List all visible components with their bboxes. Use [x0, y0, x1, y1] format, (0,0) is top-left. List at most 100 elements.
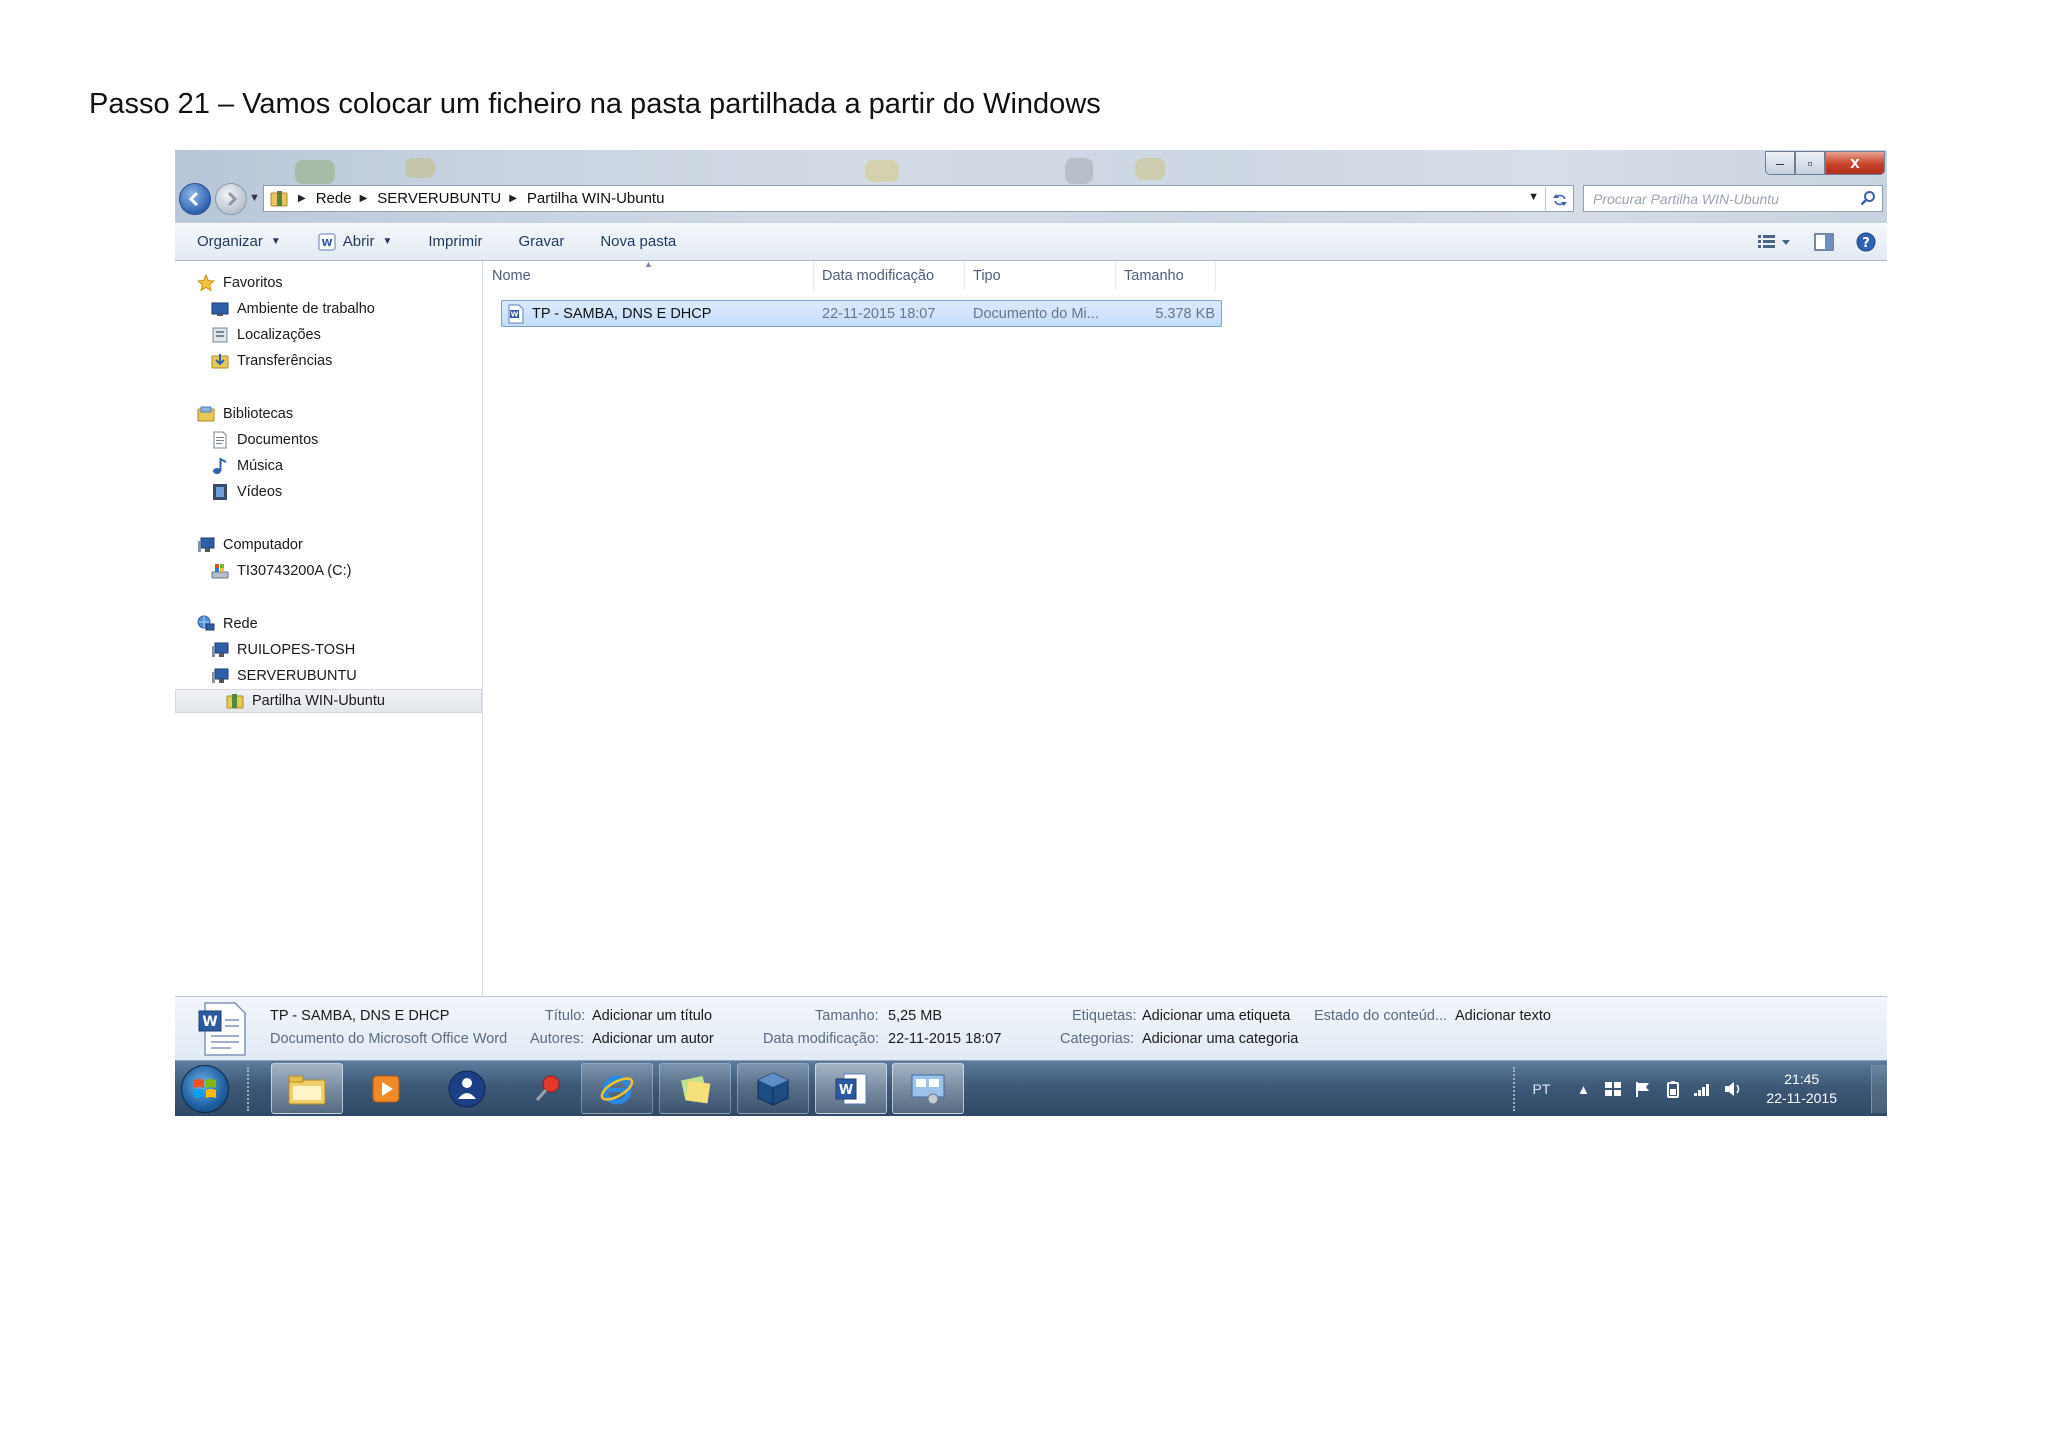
- downloads-folder-icon: [211, 354, 229, 369]
- user-icon: [448, 1070, 486, 1107]
- column-header-type[interactable]: Tipo: [965, 261, 1116, 291]
- nav-pc-ruilopes[interactable]: RUILOPES-TOSH: [211, 638, 355, 662]
- nav-share-selected[interactable]: Partilha WIN-Ubuntu: [175, 689, 482, 713]
- print-button[interactable]: Imprimir: [410, 223, 500, 260]
- details-authors-input[interactable]: Adicionar um autor: [592, 1031, 714, 1047]
- recent-pages-dropdown[interactable]: ▼: [249, 192, 260, 204]
- breadcrumb-serverubuntu[interactable]: SERVERUBUNTU: [377, 190, 501, 207]
- taskbar-internet-explorer[interactable]: [581, 1063, 653, 1114]
- folder-icon: [288, 1075, 326, 1104]
- power-icon[interactable]: [1662, 1078, 1684, 1100]
- search-icon[interactable]: [1860, 190, 1876, 206]
- breadcrumb-separator-icon[interactable]: ▶: [509, 193, 517, 204]
- nav-network[interactable]: Rede: [197, 612, 258, 636]
- help-button[interactable]: ?: [1845, 223, 1887, 260]
- change-view-button[interactable]: [1747, 223, 1803, 260]
- details-modified-value: 22-11-2015 18:07: [888, 1031, 1002, 1047]
- arrow-left-icon: [188, 191, 199, 207]
- recent-places-icon: [212, 327, 228, 343]
- nav-label: Ambiente de trabalho: [237, 301, 375, 317]
- windows-flag-icon[interactable]: [1602, 1078, 1624, 1100]
- taskbar-grip: [247, 1067, 253, 1111]
- taskbar-word[interactable]: W: [815, 1063, 887, 1114]
- taskbar-remote-desktop[interactable]: [892, 1063, 964, 1114]
- nav-label: Localizações: [237, 327, 321, 343]
- system-tray: PT ▲ 21:45 22-11-2015: [1512, 1061, 1887, 1116]
- maximize-button[interactable]: ▫: [1795, 151, 1825, 175]
- open-button[interactable]: W Abrir ▼: [299, 223, 411, 260]
- nav-pc-serverubuntu[interactable]: SERVERUBUNTU: [211, 664, 357, 688]
- column-label: Data modificação: [822, 268, 935, 284]
- taskbar-media-player[interactable]: [350, 1063, 422, 1114]
- column-header-modified[interactable]: Data modificação: [814, 261, 965, 291]
- help-icon: ?: [1856, 232, 1876, 251]
- breadcrumb-rede[interactable]: Rede: [316, 190, 352, 207]
- search-input[interactable]: Procurar Partilha WIN-Ubuntu: [1583, 185, 1883, 212]
- back-button[interactable]: [179, 183, 211, 215]
- word-icon: W: [835, 1073, 867, 1104]
- refresh-button[interactable]: [1545, 187, 1573, 212]
- volume-icon[interactable]: [1722, 1078, 1744, 1100]
- star-icon: [197, 274, 215, 292]
- organize-button[interactable]: Organizar ▼: [175, 223, 299, 260]
- minimize-button[interactable]: –: [1765, 151, 1795, 175]
- nav-libraries[interactable]: Bibliotecas: [197, 402, 293, 426]
- view-list-icon: [1758, 234, 1790, 248]
- explorer-window: – ▫ x ▼ ▶ Rede ▶ SERVERUBUNTU ▶ Partilha…: [175, 150, 1887, 1116]
- taskbar-virtualbox[interactable]: [737, 1063, 809, 1114]
- media-player-icon: [372, 1075, 400, 1102]
- network-signal-icon[interactable]: [1692, 1078, 1714, 1100]
- burn-button[interactable]: Gravar: [501, 223, 583, 260]
- computer-icon: [212, 668, 229, 683]
- svg-text:W: W: [511, 311, 519, 319]
- address-history-dropdown[interactable]: ▼: [1528, 191, 1539, 203]
- taskbar-sticky-pin[interactable]: [512, 1063, 584, 1114]
- nav-label: Computador: [223, 537, 303, 553]
- column-header-size[interactable]: Tamanho: [1116, 261, 1216, 291]
- word-document-large-icon: W: [198, 1002, 246, 1056]
- show-desktop-button[interactable]: [1871, 1065, 1887, 1113]
- details-title-input[interactable]: Adicionar um título: [592, 1008, 712, 1024]
- open-label: Abrir: [342, 233, 375, 250]
- nav-locations[interactable]: Localizações: [211, 323, 321, 347]
- close-button[interactable]: x: [1825, 151, 1885, 175]
- nav-videos[interactable]: Vídeos: [211, 480, 282, 504]
- preview-pane-button[interactable]: [1803, 223, 1845, 260]
- file-row-selected[interactable]: W TP - SAMBA, DNS E DHCP 22-11-2015 18:0…: [501, 300, 1222, 327]
- word-icon: W: [318, 233, 336, 250]
- new-folder-button[interactable]: Nova pasta: [582, 223, 694, 260]
- show-hidden-icons-button[interactable]: ▲: [1572, 1078, 1594, 1100]
- details-categories-input[interactable]: Adicionar uma categoria: [1142, 1031, 1298, 1047]
- nav-documents[interactable]: Documentos: [211, 428, 318, 452]
- sticky-notes-icon: [681, 1075, 711, 1103]
- clock[interactable]: 21:45 22-11-2015: [1766, 1070, 1837, 1108]
- address-bar[interactable]: ▶ Rede ▶ SERVERUBUNTU ▶ Partilha WIN-Ubu…: [263, 185, 1574, 212]
- taskbar: W PT ▲ 21:45 22-11-2015: [175, 1060, 1887, 1116]
- nav-desktop[interactable]: Ambiente de trabalho: [211, 297, 375, 321]
- nav-drive-c[interactable]: TI30743200A (C:): [211, 559, 351, 583]
- nav-computer[interactable]: Computador: [197, 533, 303, 557]
- start-button[interactable]: [181, 1065, 229, 1113]
- breadcrumb-separator-icon[interactable]: ▶: [298, 193, 306, 204]
- chevron-down-icon: ▼: [382, 236, 393, 247]
- nav-music[interactable]: Música: [211, 454, 283, 478]
- details-tags-input[interactable]: Adicionar uma etiqueta: [1142, 1008, 1290, 1024]
- taskbar-explorer[interactable]: [271, 1063, 343, 1114]
- column-header-name[interactable]: Nome ▲: [484, 259, 814, 291]
- film-icon: [213, 484, 227, 500]
- column-label: Tamanho: [1124, 268, 1184, 284]
- breadcrumb-separator-icon[interactable]: ▶: [360, 193, 368, 204]
- breadcrumb-partilha[interactable]: Partilha WIN-Ubuntu: [527, 190, 665, 207]
- taskbar-user-app[interactable]: [431, 1063, 503, 1114]
- language-indicator[interactable]: PT: [1533, 1081, 1551, 1097]
- action-center-flag-icon[interactable]: [1632, 1078, 1654, 1100]
- taskbar-sticky-notes[interactable]: [659, 1063, 731, 1114]
- nav-label: SERVERUBUNTU: [237, 668, 357, 684]
- nav-downloads[interactable]: Transferências: [211, 349, 332, 373]
- details-status-input[interactable]: Adicionar texto: [1455, 1008, 1551, 1024]
- forward-button[interactable]: [215, 183, 247, 215]
- nav-label: Transferências: [237, 353, 333, 369]
- tray-grip: [1512, 1067, 1519, 1111]
- toolbar-view-controls: ?: [1747, 223, 1887, 260]
- nav-favorites[interactable]: Favoritos: [197, 271, 283, 295]
